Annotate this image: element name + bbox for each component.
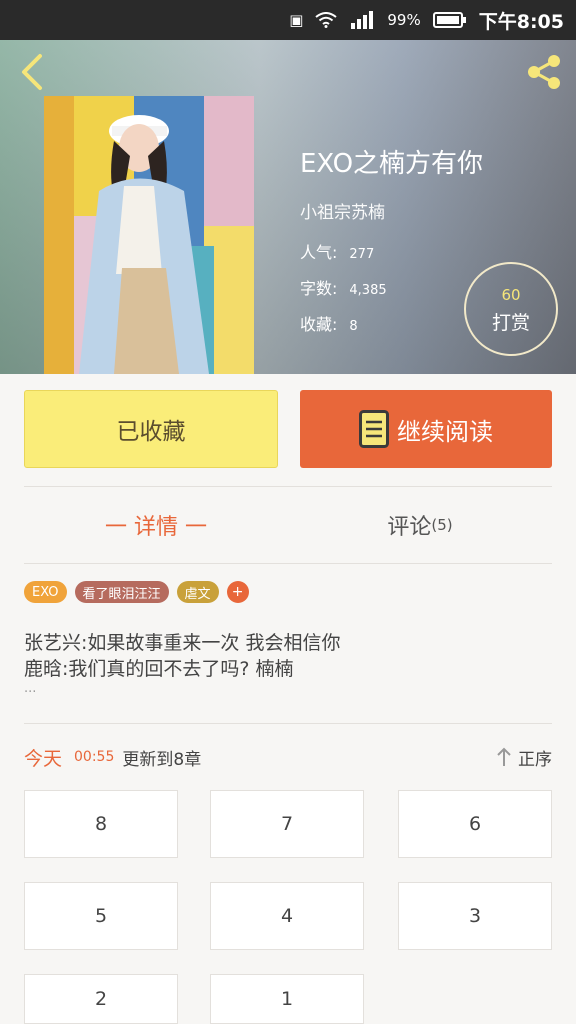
update-info: 今天 00:55 更新到8章 正序 — [24, 742, 552, 772]
continue-reading-label: 继续阅读 — [397, 417, 493, 446]
book-title: EXO之楠方有你 — [300, 149, 484, 179]
tag-exo[interactable]: EXO — [24, 581, 67, 603]
chapter-cell[interactable]: 5 — [24, 882, 178, 950]
stat-value: 8 — [349, 319, 358, 334]
chapter-cell[interactable]: 1 — [210, 974, 364, 1024]
stat-popularity: 人气: 277 — [300, 239, 483, 263]
tab-comments-count: (5) — [431, 516, 453, 534]
battery-icon — [432, 12, 466, 28]
tip-button[interactable]: 60 打赏 — [464, 262, 558, 356]
tag-tearful[interactable]: 看了眼泪汪汪 — [74, 581, 169, 603]
book-cover[interactable] — [44, 96, 254, 374]
chapter-cell[interactable]: 6 — [398, 790, 552, 858]
stat-value: 4,385 — [349, 283, 387, 298]
stat-favorites: 收藏: 8 — [300, 311, 483, 335]
tab-bar: 一 详情 一 评论 (5) — [24, 488, 552, 562]
chapter-cell[interactable]: 7 — [210, 790, 364, 858]
book-icon — [359, 410, 389, 448]
book-info: EXO之楠方有你 小祖宗苏楠 人气: 277 字数: 4,385 收藏: 8 — [300, 143, 483, 347]
continue-reading-button[interactable]: 继续阅读 — [300, 390, 552, 468]
stat-colon: : — [332, 279, 338, 298]
signal-icon — [351, 11, 374, 29]
clock: 下午8:05 — [478, 10, 564, 33]
sort-order-button[interactable]: 正序 — [496, 745, 552, 770]
book-header: EXO之楠方有你 小祖宗苏楠 人气: 277 字数: 4,385 收藏: 8 60 打… — [0, 40, 576, 374]
description-line: 鹿晗:我们真的回不去了吗? 楠楠 — [24, 658, 294, 680]
tip-label: 打赏 — [491, 312, 530, 334]
stat-label: 人气 — [300, 243, 333, 262]
update-day: 今天 — [24, 747, 63, 770]
tip-amount: 60 — [501, 286, 521, 304]
wifi-icon — [315, 12, 338, 28]
battery-percent: 99% — [387, 11, 421, 29]
chapter-cell[interactable]: 3 — [398, 882, 552, 950]
tab-comments[interactable]: 评论 (5) — [288, 488, 552, 562]
book-description[interactable]: 张艺兴:如果故事重来一次 我会相信你 鹿晗:我们真的回不去了吗? 楠楠 ... — [24, 630, 552, 696]
description-line: 张艺兴:如果故事重来一次 我会相信你 — [24, 632, 341, 654]
update-text: 更新到8章 — [122, 749, 202, 770]
update-time: 00:55 — [74, 749, 115, 765]
book-author[interactable]: 小祖宗苏楠 — [300, 198, 483, 223]
back-chevron-icon[interactable] — [14, 52, 50, 92]
chapter-cell[interactable]: 4 — [210, 882, 364, 950]
chapter-cell[interactable]: 2 — [24, 974, 178, 1024]
stat-label: 收藏 — [300, 315, 333, 334]
divider — [24, 486, 552, 487]
sort-order-label: 正序 — [518, 749, 552, 770]
status-bar: ▣ 99% 下午8:05 — [0, 0, 576, 40]
tab-comments-label: 评论 — [387, 515, 432, 540]
divider — [24, 563, 552, 564]
arrow-up-icon — [497, 747, 511, 766]
description-more: ... — [24, 681, 37, 696]
stat-value: 277 — [349, 247, 375, 262]
stat-label: 字数 — [300, 279, 333, 298]
stat-word-count: 字数: 4,385 — [300, 275, 483, 299]
tag-list: EXO 看了眼泪汪汪 虐文 + — [24, 581, 249, 603]
tab-detail[interactable]: 一 详情 一 — [24, 488, 288, 562]
sim-icon: ▣ — [289, 11, 304, 29]
tag-angst[interactable]: 虐文 — [176, 581, 219, 603]
divider — [24, 723, 552, 724]
favorited-button[interactable]: 已收藏 — [24, 390, 278, 468]
share-icon[interactable] — [522, 52, 566, 92]
cover-illustration — [44, 96, 254, 374]
action-buttons: 已收藏 继续阅读 — [24, 390, 552, 468]
chapter-cell[interactable]: 8 — [24, 790, 178, 858]
stat-colon: : — [332, 315, 338, 334]
stat-colon: : — [332, 243, 338, 262]
add-tag-button[interactable]: + — [226, 581, 249, 603]
